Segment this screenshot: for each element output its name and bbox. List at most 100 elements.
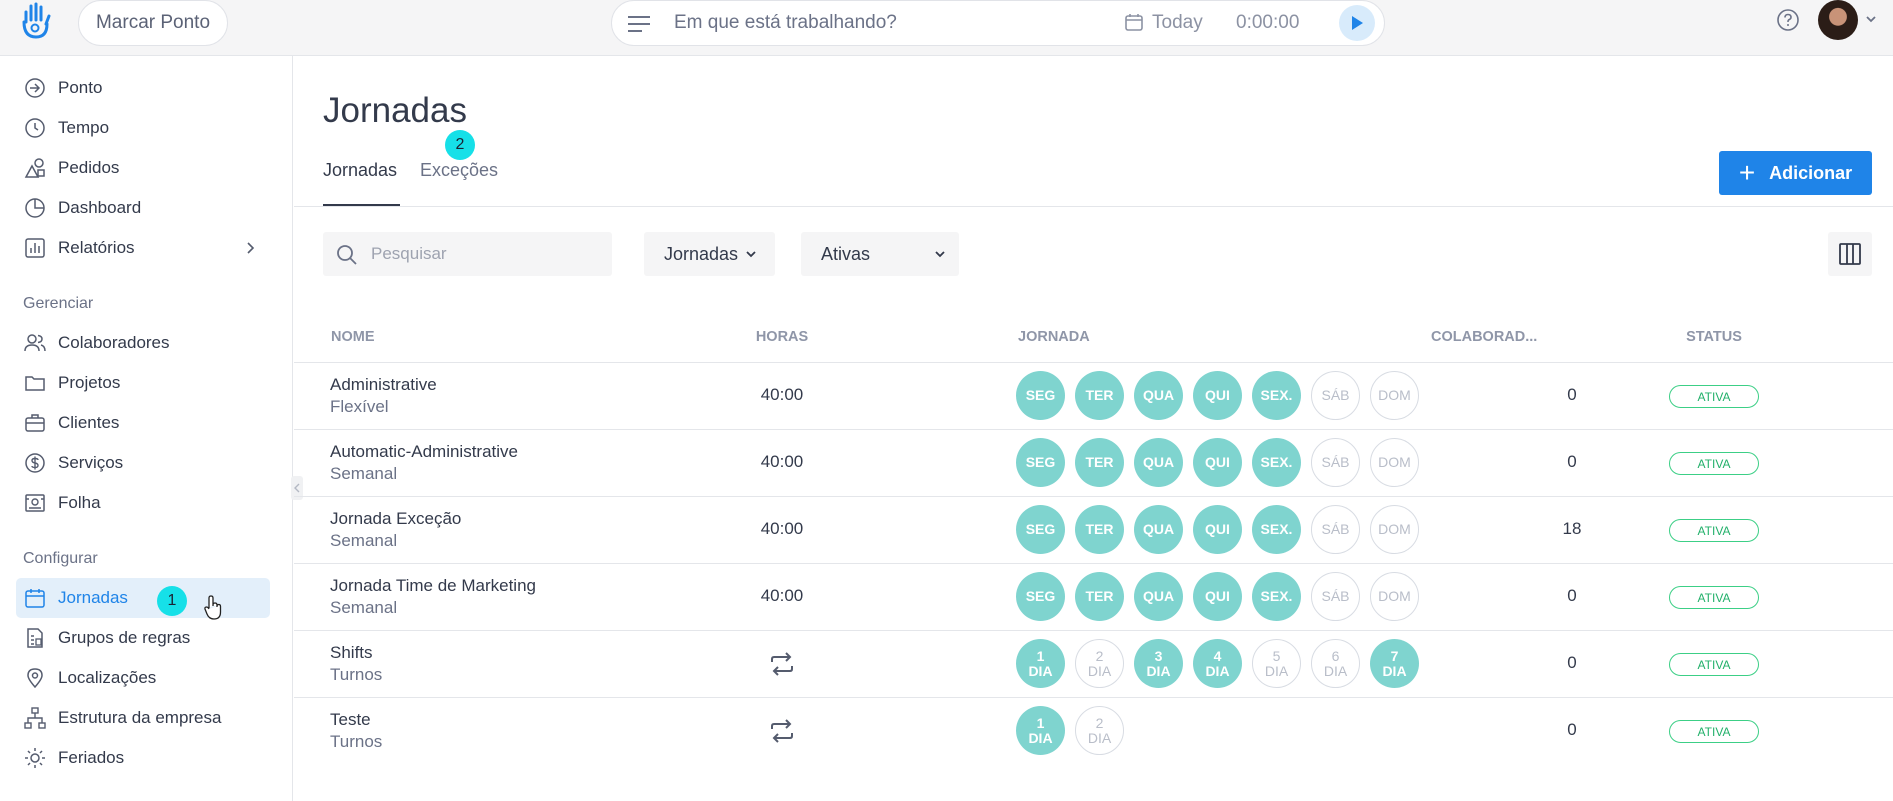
sidebar-item-label: Pedidos <box>58 158 120 177</box>
table-row[interactable]: Administrative Flexível 40:00 SEG TER QU… <box>294 362 1893 429</box>
sidebar-item-projetos[interactable]: Projetos <box>16 363 270 403</box>
table-row[interactable]: Automatic-Administrative Semanal 40:00 S… <box>294 429 1893 496</box>
row-type: Flexível <box>330 397 389 416</box>
sidebar-item-dashboard[interactable]: Dashboard <box>16 188 270 228</box>
location-pin-icon <box>27 668 43 689</box>
day-list: SEG TER QUA QUI SEX. SÁB DOM <box>1016 371 1429 420</box>
day-chip: SEX. <box>1252 438 1301 487</box>
table-row[interactable]: Jornada Exceção Semanal 40:00 SEG TER QU… <box>294 496 1893 563</box>
sun-icon <box>25 748 45 768</box>
sidebar-item-ponto[interactable]: Ponto <box>16 68 270 108</box>
day-chip: DOM <box>1370 572 1419 621</box>
tab-jornadas[interactable]: Jornadas <box>323 160 397 181</box>
day-chip: DOM <box>1370 371 1419 420</box>
sidebar-item-pedidos[interactable]: Pedidos <box>16 148 270 188</box>
row-name[interactable]: Jornada Time de Marketing <box>330 576 536 596</box>
row-type: Semanal <box>330 464 398 483</box>
play-icon <box>1352 16 1363 30</box>
day-list: SEG TER QUA QUI SEX. SÁB DOM <box>1016 572 1429 621</box>
day-chip: TER <box>1075 371 1124 420</box>
marcar-ponto-button[interactable]: Marcar Ponto <box>78 0 228 46</box>
main-content: Jornadas Jornadas Exceções 2 + Adicionar… <box>294 56 1893 801</box>
sidebar-item-jornadas[interactable]: Jornadas <box>16 578 270 618</box>
shapes-icon <box>24 158 45 178</box>
row-employee-count: 0 <box>1567 720 1577 739</box>
sidebar-item-estrutura-da-empresa[interactable]: Estrutura da empresa <box>16 698 270 738</box>
status-badge: ATIVA <box>1669 385 1759 408</box>
row-name[interactable]: Administrative <box>330 375 437 395</box>
day-chip: QUA <box>1134 371 1183 420</box>
row-name[interactable]: Automatic-Administrative <box>330 442 518 462</box>
day-chip: 4 DIA <box>1193 639 1242 688</box>
sidebar-item-label: Jornadas <box>58 588 128 607</box>
row-type: Turnos <box>330 732 383 751</box>
hand-logo-icon[interactable] <box>18 2 54 40</box>
sidebar-item-clientes[interactable]: Clientes <box>16 403 270 443</box>
day-chip: SEX. <box>1252 371 1301 420</box>
columns-toggle-button[interactable] <box>1828 232 1872 276</box>
timer-duration: 0:00:00 <box>1236 12 1300 33</box>
help-icon[interactable] <box>1776 8 1800 32</box>
sidebar-item-tempo[interactable]: Tempo <box>16 108 270 148</box>
day-chip: SÁB <box>1311 572 1360 621</box>
table-row[interactable]: Shifts Turnos 1 DIA 2 DIA 3 DIA 4 DIA 5 DIA 6… <box>294 630 1893 697</box>
start-timer-button[interactable] <box>1339 5 1375 41</box>
divider <box>294 206 1893 207</box>
day-chip: 2 DIA <box>1075 639 1124 688</box>
day-chip: 3 DIA <box>1134 639 1183 688</box>
row-name[interactable]: Shifts <box>330 643 373 663</box>
timer-description-input[interactable]: Em que está trabalhando? <box>674 12 897 34</box>
calendar-icon[interactable] <box>1124 12 1144 32</box>
org-chart-icon <box>24 707 46 729</box>
sidebar-item-label: Serviços <box>58 453 124 472</box>
search-input[interactable] <box>371 242 601 266</box>
sidebar-item-relatorios[interactable]: Relatórios <box>16 228 270 268</box>
row-name[interactable]: Jornada Exceção <box>330 509 461 529</box>
day-chip: 6 DIA <box>1311 639 1360 688</box>
plus-icon: + <box>1738 157 1756 188</box>
timer-date[interactable]: Today <box>1152 12 1203 34</box>
columns-icon <box>1839 243 1861 265</box>
column-header-nome[interactable]: NOME <box>331 329 375 345</box>
search-box <box>323 232 612 276</box>
status-badge: ATIVA <box>1669 720 1759 743</box>
filter-type-dropdown[interactable]: Jornadas <box>644 232 775 276</box>
sidebar-item-localizacoes[interactable]: Localizações <box>16 658 270 698</box>
row-hours: 40:00 <box>760 385 804 404</box>
description-menu-icon <box>628 16 650 32</box>
table-row[interactable]: Teste Turnos 1 DIA 2 DIA 0 ATIVA <box>294 697 1893 764</box>
day-chip: TER <box>1075 438 1124 487</box>
column-header-horas[interactable]: HORAS <box>732 329 832 345</box>
day-chip: SEG <box>1016 572 1065 621</box>
day-chip: SEX. <box>1252 572 1301 621</box>
tab-excecoes[interactable]: Exceções <box>420 160 498 181</box>
sidebar-item-servicos[interactable]: Serviços <box>16 443 270 483</box>
day-chip: SÁB <box>1311 438 1360 487</box>
row-hours: 40:00 <box>760 586 804 605</box>
day-chip: SÁB <box>1311 371 1360 420</box>
sidebar-item-grupos-de-regras[interactable]: Grupos de regras <box>16 618 270 658</box>
table-row[interactable]: Jornada Time de Marketing Semanal 40:00 … <box>294 563 1893 630</box>
sidebar-item-folha[interactable]: Folha <box>16 483 270 523</box>
user-avatar[interactable] <box>1818 0 1858 40</box>
day-list: SEG TER QUA QUI SEX. SÁB DOM <box>1016 505 1429 554</box>
column-header-jornada[interactable]: JORNADA <box>1018 329 1090 345</box>
row-name[interactable]: Teste <box>330 710 371 730</box>
column-header-colaboradores[interactable]: COLABORAD... <box>1431 329 1537 345</box>
status-badge: ATIVA <box>1669 519 1759 542</box>
day-chip: SEX. <box>1252 505 1301 554</box>
sidebar-item-feriados[interactable]: Feriados <box>16 738 270 778</box>
chevron-down-icon[interactable] <box>1864 12 1878 26</box>
day-chip: QUA <box>1134 572 1183 621</box>
row-employee-count: 0 <box>1567 653 1577 672</box>
time-tracker-bar[interactable]: Em que está trabalhando? Today 0:00:00 <box>611 0 1385 46</box>
add-button[interactable]: + Adicionar <box>1719 151 1872 195</box>
step-badge-2: 2 <box>445 130 475 160</box>
sidebar-item-colaboradores[interactable]: Colaboradores <box>16 323 270 363</box>
filter-status-dropdown[interactable]: Ativas <box>801 232 959 276</box>
day-chip: QUA <box>1134 505 1183 554</box>
briefcase-icon <box>25 414 45 432</box>
sidebar-item-label: Colaboradores <box>58 333 170 352</box>
column-header-status[interactable]: STATUS <box>1669 329 1759 345</box>
sidebar-item-label: Relatórios <box>58 238 135 257</box>
